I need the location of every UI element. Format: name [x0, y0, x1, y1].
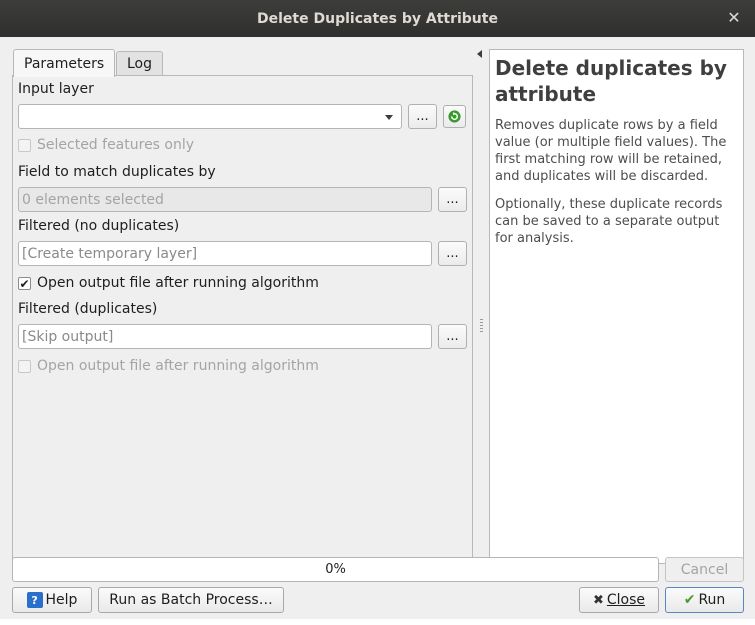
help-title: Delete duplicates by attribute	[495, 56, 727, 106]
input-layer-label: Input layer	[18, 81, 94, 97]
field-match-browse-button[interactable]: ...	[438, 187, 467, 212]
open-output-1-checkbox[interactable]: ✔	[18, 277, 31, 290]
selected-only-checkbox[interactable]	[18, 139, 31, 152]
tab-parameters[interactable]: Parameters	[13, 49, 116, 77]
filtered-output-input[interactable]: [Create temporary layer]	[18, 241, 432, 266]
filtered-label: Filtered (no duplicates)	[18, 218, 180, 234]
input-layer-combo[interactable]	[18, 104, 402, 129]
run-label: Run	[698, 592, 726, 608]
dialog-body: Parameters Log Input layer ... Selected …	[0, 37, 755, 619]
background-strip	[0, 619, 755, 625]
selected-only-label: Selected features only	[37, 137, 195, 153]
help-panel: Delete duplicates by attribute Removes d…	[489, 49, 744, 564]
batch-process-button[interactable]: Run as Batch Process…	[98, 587, 284, 613]
open-output-2-label: Open output file after running algorithm	[37, 358, 319, 374]
checkmark-icon: ✔	[683, 592, 696, 608]
help-label: Help	[45, 592, 78, 608]
filtered-duplicates-browse-button[interactable]: ...	[438, 324, 467, 349]
open-output-2-checkbox[interactable]	[18, 360, 31, 373]
cancel-label: Cancel	[680, 561, 729, 578]
filtered-duplicates-input[interactable]: [Skip output]	[18, 324, 432, 349]
help-button[interactable]: ? Help	[12, 587, 92, 613]
run-button[interactable]: ✔ Run	[665, 587, 744, 613]
open-output-1-label: Open output file after running algorithm	[37, 275, 319, 291]
title-bar: Delete Duplicates by Attribute ✕	[0, 0, 755, 37]
close-button[interactable]: ✖ Close	[579, 587, 659, 613]
splitter-handle[interactable]	[480, 319, 483, 333]
tab-parameters-label: Parameters	[24, 55, 105, 72]
filtered-output-browse-button[interactable]: ...	[438, 241, 467, 266]
collapse-arrow-icon[interactable]	[477, 50, 482, 58]
field-match-label: Field to match duplicates by	[18, 164, 216, 180]
tab-log[interactable]: Log	[116, 51, 164, 76]
refresh-icon[interactable]	[443, 105, 466, 128]
cancel-button[interactable]: Cancel	[665, 557, 744, 582]
window-title: Delete Duplicates by Attribute	[257, 10, 498, 27]
close-icon[interactable]: ✕	[727, 9, 741, 27]
chevron-down-icon	[385, 115, 393, 120]
filtered-duplicates-label: Filtered (duplicates)	[18, 301, 158, 317]
field-match-input[interactable]: 0 elements selected	[18, 187, 432, 212]
close-icon: ✖	[592, 592, 604, 608]
help-paragraph-1: Removes duplicate rows by a field value …	[495, 118, 727, 184]
help-paragraph-2: Optionally, these duplicate records can …	[495, 197, 723, 246]
help-icon: ?	[26, 592, 43, 608]
tab-log-label: Log	[127, 56, 153, 72]
input-layer-browse-button[interactable]: ...	[408, 104, 437, 129]
close-label: Close	[606, 592, 646, 608]
batch-process-label: Run as Batch Process…	[109, 592, 273, 608]
progress-text: 0%	[325, 562, 346, 577]
progress-bar: 0%	[12, 557, 659, 582]
